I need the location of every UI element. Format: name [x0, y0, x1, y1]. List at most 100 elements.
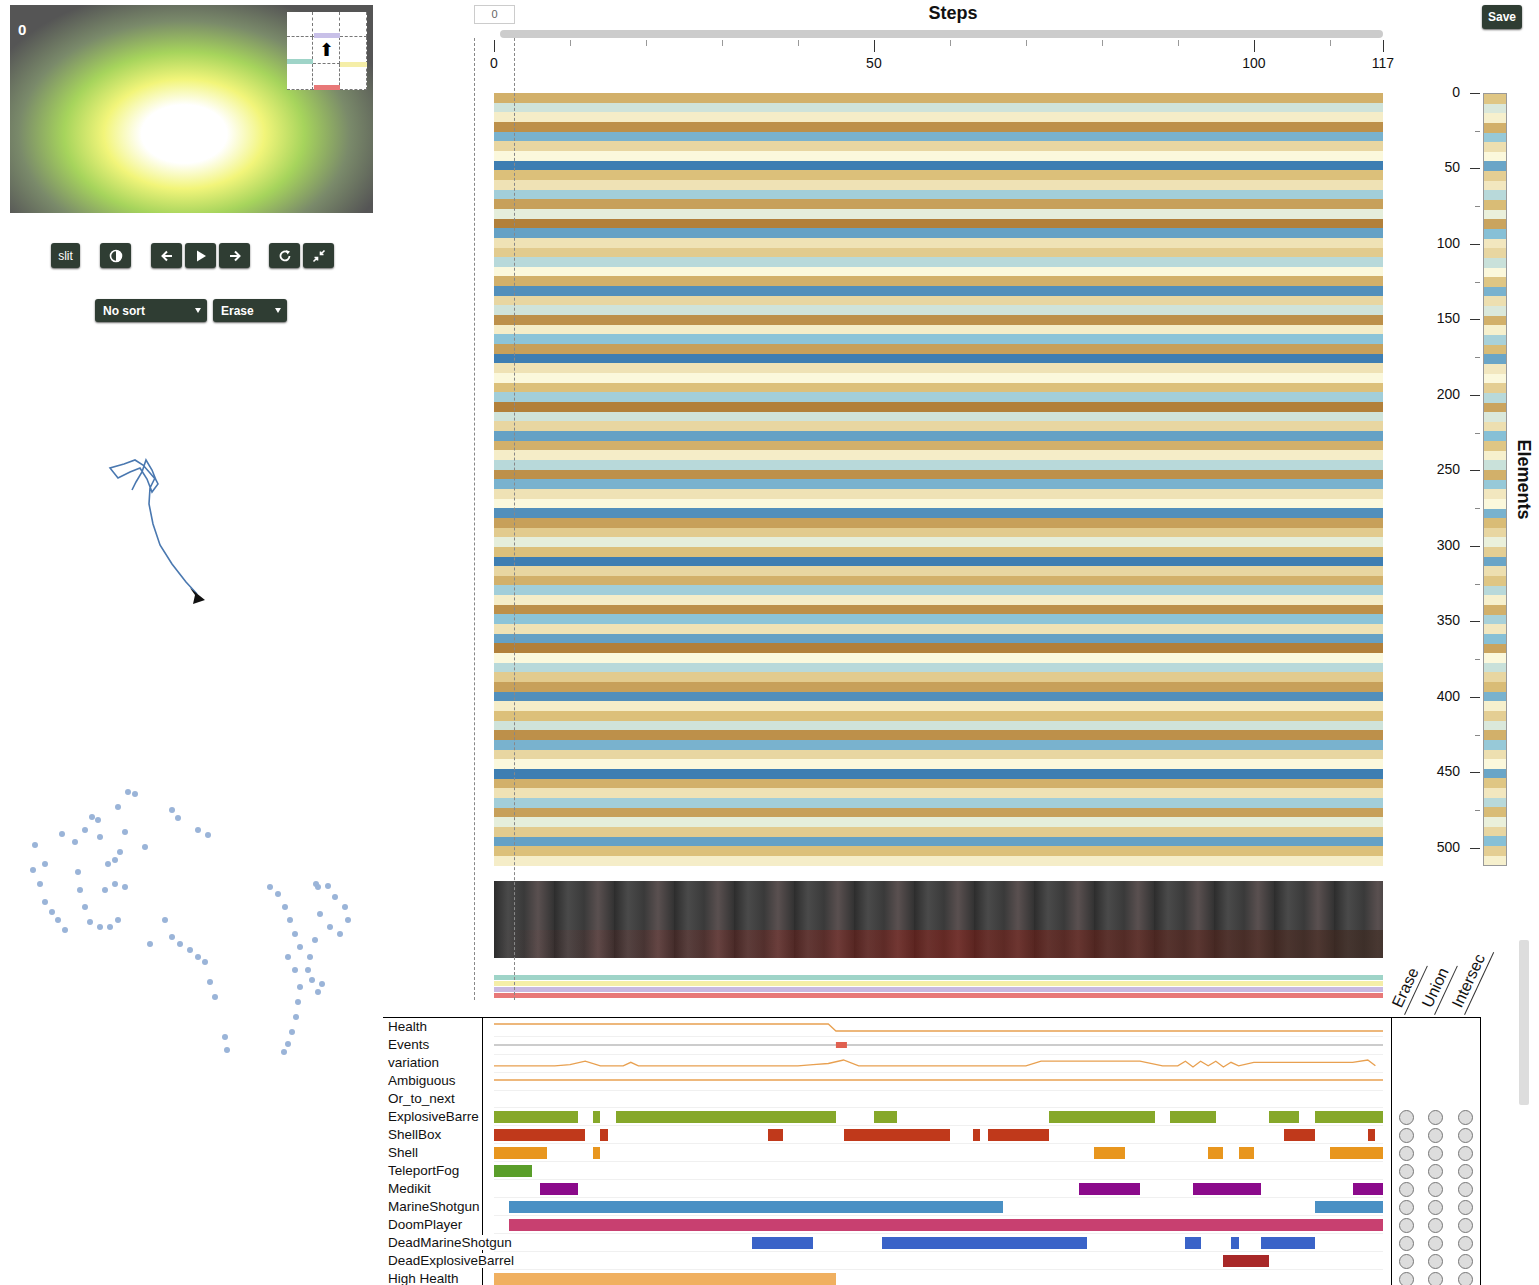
intersect-radio[interactable] — [1458, 1200, 1473, 1215]
gap — [1383, 1252, 1391, 1270]
union-radio[interactable] — [1428, 1236, 1443, 1251]
heatmap-row — [494, 190, 1383, 200]
row-label: TeleportFog — [383, 1162, 483, 1180]
heatmap-row — [494, 788, 1383, 798]
heatmap-row — [494, 750, 1383, 760]
intersect-radio[interactable] — [1458, 1146, 1473, 1161]
projection-dot — [142, 844, 148, 850]
category-bar — [973, 1129, 981, 1141]
erase-radio[interactable] — [1399, 1128, 1414, 1143]
tick-label: 50 — [854, 55, 894, 71]
contrast-button[interactable] — [100, 243, 131, 268]
row-label: Shell — [383, 1144, 483, 1162]
union-radio[interactable] — [1428, 1110, 1443, 1125]
intersect-radio[interactable] — [1458, 1110, 1473, 1125]
projection-dot — [327, 924, 333, 930]
projection-dot — [342, 904, 348, 910]
heatmap-row — [494, 672, 1383, 682]
overview-row — [1484, 759, 1506, 769]
projection-dot — [267, 884, 273, 890]
overview-row — [1484, 383, 1506, 393]
major-tick — [1470, 697, 1480, 698]
union-radio[interactable] — [1428, 1218, 1443, 1233]
intersect-radio[interactable] — [1458, 1218, 1473, 1233]
row-label-text: Medikit — [388, 1181, 431, 1196]
minor-tick — [722, 40, 723, 46]
minor-tick — [570, 40, 571, 46]
series-row: Ambiguous — [383, 1072, 1481, 1090]
erase-radio[interactable] — [1399, 1218, 1414, 1233]
compress-button[interactable] — [303, 243, 334, 268]
erase-radio[interactable] — [1399, 1146, 1414, 1161]
row-label: ExplosiveBarre — [383, 1108, 483, 1126]
intersect-radio[interactable] — [1458, 1236, 1473, 1251]
toggle-cell — [1421, 1180, 1450, 1198]
overview-row — [1484, 152, 1506, 162]
heatmap-row — [494, 112, 1383, 122]
gap — [483, 1054, 494, 1073]
projection-dot — [297, 944, 303, 950]
union-radio[interactable] — [1428, 1164, 1443, 1179]
union-radio[interactable] — [1428, 1272, 1443, 1285]
step-input[interactable]: 0 — [474, 5, 515, 24]
plots-canvas — [0, 322, 383, 1285]
elements-overview[interactable] — [1483, 93, 1507, 866]
category-bar — [874, 1111, 897, 1123]
elements-title-cell: Elements — [1507, 93, 1539, 866]
major-tick — [1470, 470, 1480, 471]
overview-row — [1484, 682, 1506, 692]
row-toggles — [1391, 1090, 1481, 1108]
toggle-cell — [1392, 1270, 1421, 1285]
row-label-text: High Health — [388, 1271, 459, 1285]
erase-radio[interactable] — [1399, 1254, 1414, 1269]
intersect-radio[interactable] — [1458, 1182, 1473, 1197]
toggle-cell — [1392, 1252, 1421, 1270]
series-row: variation — [383, 1054, 1481, 1072]
reload-icon — [278, 249, 292, 263]
category-bar — [1239, 1147, 1254, 1159]
gap — [483, 1072, 494, 1091]
intersect-radio[interactable] — [1458, 1128, 1473, 1143]
intersect-radio[interactable] — [1458, 1254, 1473, 1269]
mode-dropdown[interactable]: Erase — [213, 299, 287, 322]
intersect-radio[interactable] — [1458, 1272, 1473, 1285]
erase-radio[interactable] — [1399, 1164, 1414, 1179]
union-radio[interactable] — [1428, 1146, 1443, 1161]
toggle-header: Intersec — [1451, 881, 1481, 1017]
minor-tick — [1475, 206, 1480, 207]
union-radio[interactable] — [1428, 1254, 1443, 1269]
category-bar — [1315, 1201, 1383, 1213]
overview-row — [1484, 133, 1506, 143]
overview-row — [1484, 547, 1506, 557]
play-button[interactable] — [185, 243, 216, 268]
save-button[interactable]: Save — [1482, 5, 1522, 29]
slit-button[interactable]: slit — [51, 243, 80, 268]
erase-radio[interactable] — [1399, 1182, 1414, 1197]
memory-heatmap[interactable] — [494, 93, 1383, 866]
erase-radio[interactable] — [1399, 1200, 1414, 1215]
gap — [483, 1180, 494, 1198]
union-radio[interactable] — [1428, 1182, 1443, 1197]
union-radio[interactable] — [1428, 1128, 1443, 1143]
scrollbar[interactable] — [1519, 940, 1529, 1105]
category-bar — [1185, 1237, 1200, 1249]
next-button[interactable] — [219, 243, 250, 268]
erase-radio[interactable] — [1399, 1272, 1414, 1285]
sort-dropdown[interactable]: No sort — [95, 299, 207, 322]
tick-label: 400 — [1410, 688, 1460, 704]
toggle-cell — [1392, 1126, 1421, 1144]
toggle-cell — [1451, 1234, 1480, 1252]
union-radio[interactable] — [1428, 1200, 1443, 1215]
event-mark — [836, 1042, 847, 1048]
tick-label: 450 — [1410, 763, 1460, 779]
erase-radio[interactable] — [1399, 1236, 1414, 1251]
erase-radio[interactable] — [1399, 1110, 1414, 1125]
step-slider[interactable] — [500, 30, 1383, 38]
previous-button[interactable] — [151, 243, 182, 268]
row-track — [494, 1036, 1383, 1055]
intersect-radio[interactable] — [1458, 1164, 1473, 1179]
heatmap-row — [494, 392, 1383, 402]
reload-button[interactable] — [269, 243, 300, 268]
heatmap-row — [494, 528, 1383, 538]
heatmap-row — [494, 576, 1383, 586]
